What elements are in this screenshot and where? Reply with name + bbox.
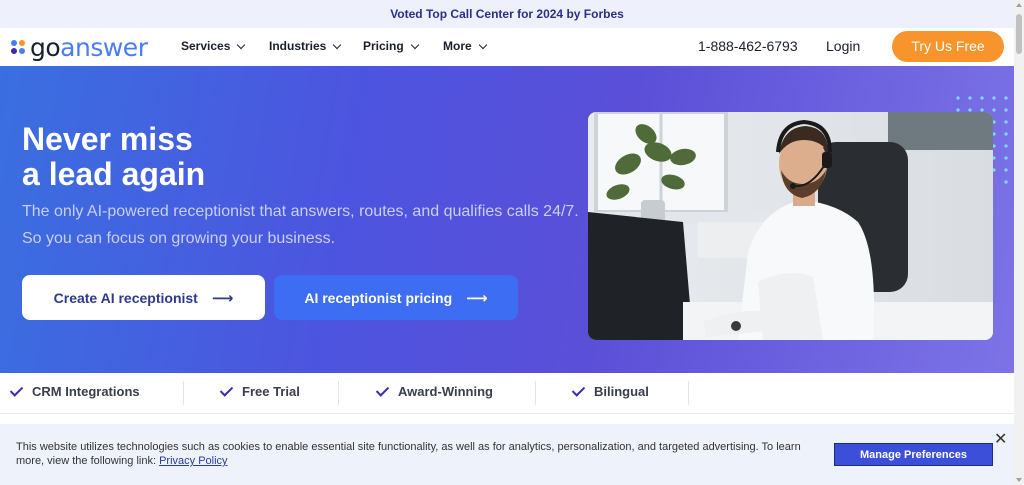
nav-services[interactable]: Services (181, 39, 246, 53)
scrollbar-thumb[interactable] (1016, 14, 1022, 54)
nav-label: Pricing (363, 39, 404, 53)
feature-item: Free Trial (219, 382, 300, 399)
navbar: goanswer Services Industries Pricing Mor… (0, 28, 1014, 66)
manage-preferences-button[interactable]: Manage Preferences (834, 443, 993, 466)
chevron-down-icon (478, 40, 487, 49)
man-with-headset-image (588, 112, 993, 340)
check-icon (571, 382, 586, 397)
nav-more[interactable]: More (443, 39, 487, 53)
features-bar: CRM Integrations Free Trial Award-Winnin… (0, 373, 1014, 414)
scrollbar[interactable] (1014, 0, 1024, 485)
feature-item: Award-Winning (375, 382, 493, 399)
divider (688, 381, 689, 405)
privacy-policy-link[interactable]: Privacy Policy (159, 455, 227, 467)
chevron-down-icon (237, 40, 246, 49)
arrow-right-icon: ⟶ (211, 289, 234, 307)
scroll-up-icon[interactable] (1016, 3, 1022, 7)
divider (535, 381, 536, 405)
ai-receptionist-pricing-button[interactable]: AI receptionist pricing ⟶ (274, 275, 518, 320)
check-icon (9, 382, 24, 397)
login-link[interactable]: Login (826, 38, 860, 54)
check-icon (219, 382, 234, 397)
nav-label: Services (181, 39, 231, 53)
hero-subtitle: The only AI-powered receptionist that an… (22, 203, 579, 247)
check-icon (375, 382, 390, 397)
feature-item: CRM Integrations (9, 382, 140, 399)
feature-item: Bilingual (571, 382, 649, 399)
try-free-button[interactable]: Try Us Free (892, 31, 1004, 62)
chevron-down-icon (333, 40, 342, 49)
hero-section: Never miss a lead again The only AI-power… (0, 66, 1014, 373)
divider (338, 381, 339, 405)
cookie-text: This website utilizes technologies such … (16, 441, 801, 467)
logo-text: goanswer (30, 32, 148, 62)
cookie-banner: This website utilizes technologies such … (0, 424, 1014, 485)
logo-dots-icon (11, 40, 25, 54)
announcement-text: Voted Top Call Center for 2024 by Forbes (390, 7, 624, 21)
chevron-down-icon (410, 40, 419, 49)
hero-photo (588, 112, 993, 340)
close-icon[interactable]: ✕ (994, 429, 1007, 449)
scroll-down-icon[interactable] (1016, 478, 1022, 482)
create-ai-receptionist-button[interactable]: Create AI receptionist ⟶ (22, 275, 265, 320)
nav-label: More (443, 39, 472, 53)
arrow-right-icon: ⟶ (466, 289, 488, 307)
hero-title: Never miss a lead again (22, 121, 206, 192)
nav-pricing[interactable]: Pricing (363, 39, 419, 53)
divider (183, 381, 184, 405)
announcement-bar: Voted Top Call Center for 2024 by Forbes (0, 0, 1014, 28)
logo[interactable]: goanswer (11, 32, 148, 62)
nav-industries[interactable]: Industries (269, 39, 342, 53)
phone-link[interactable]: 1-888-462-6793 (698, 38, 798, 54)
nav-label: Industries (269, 39, 327, 53)
